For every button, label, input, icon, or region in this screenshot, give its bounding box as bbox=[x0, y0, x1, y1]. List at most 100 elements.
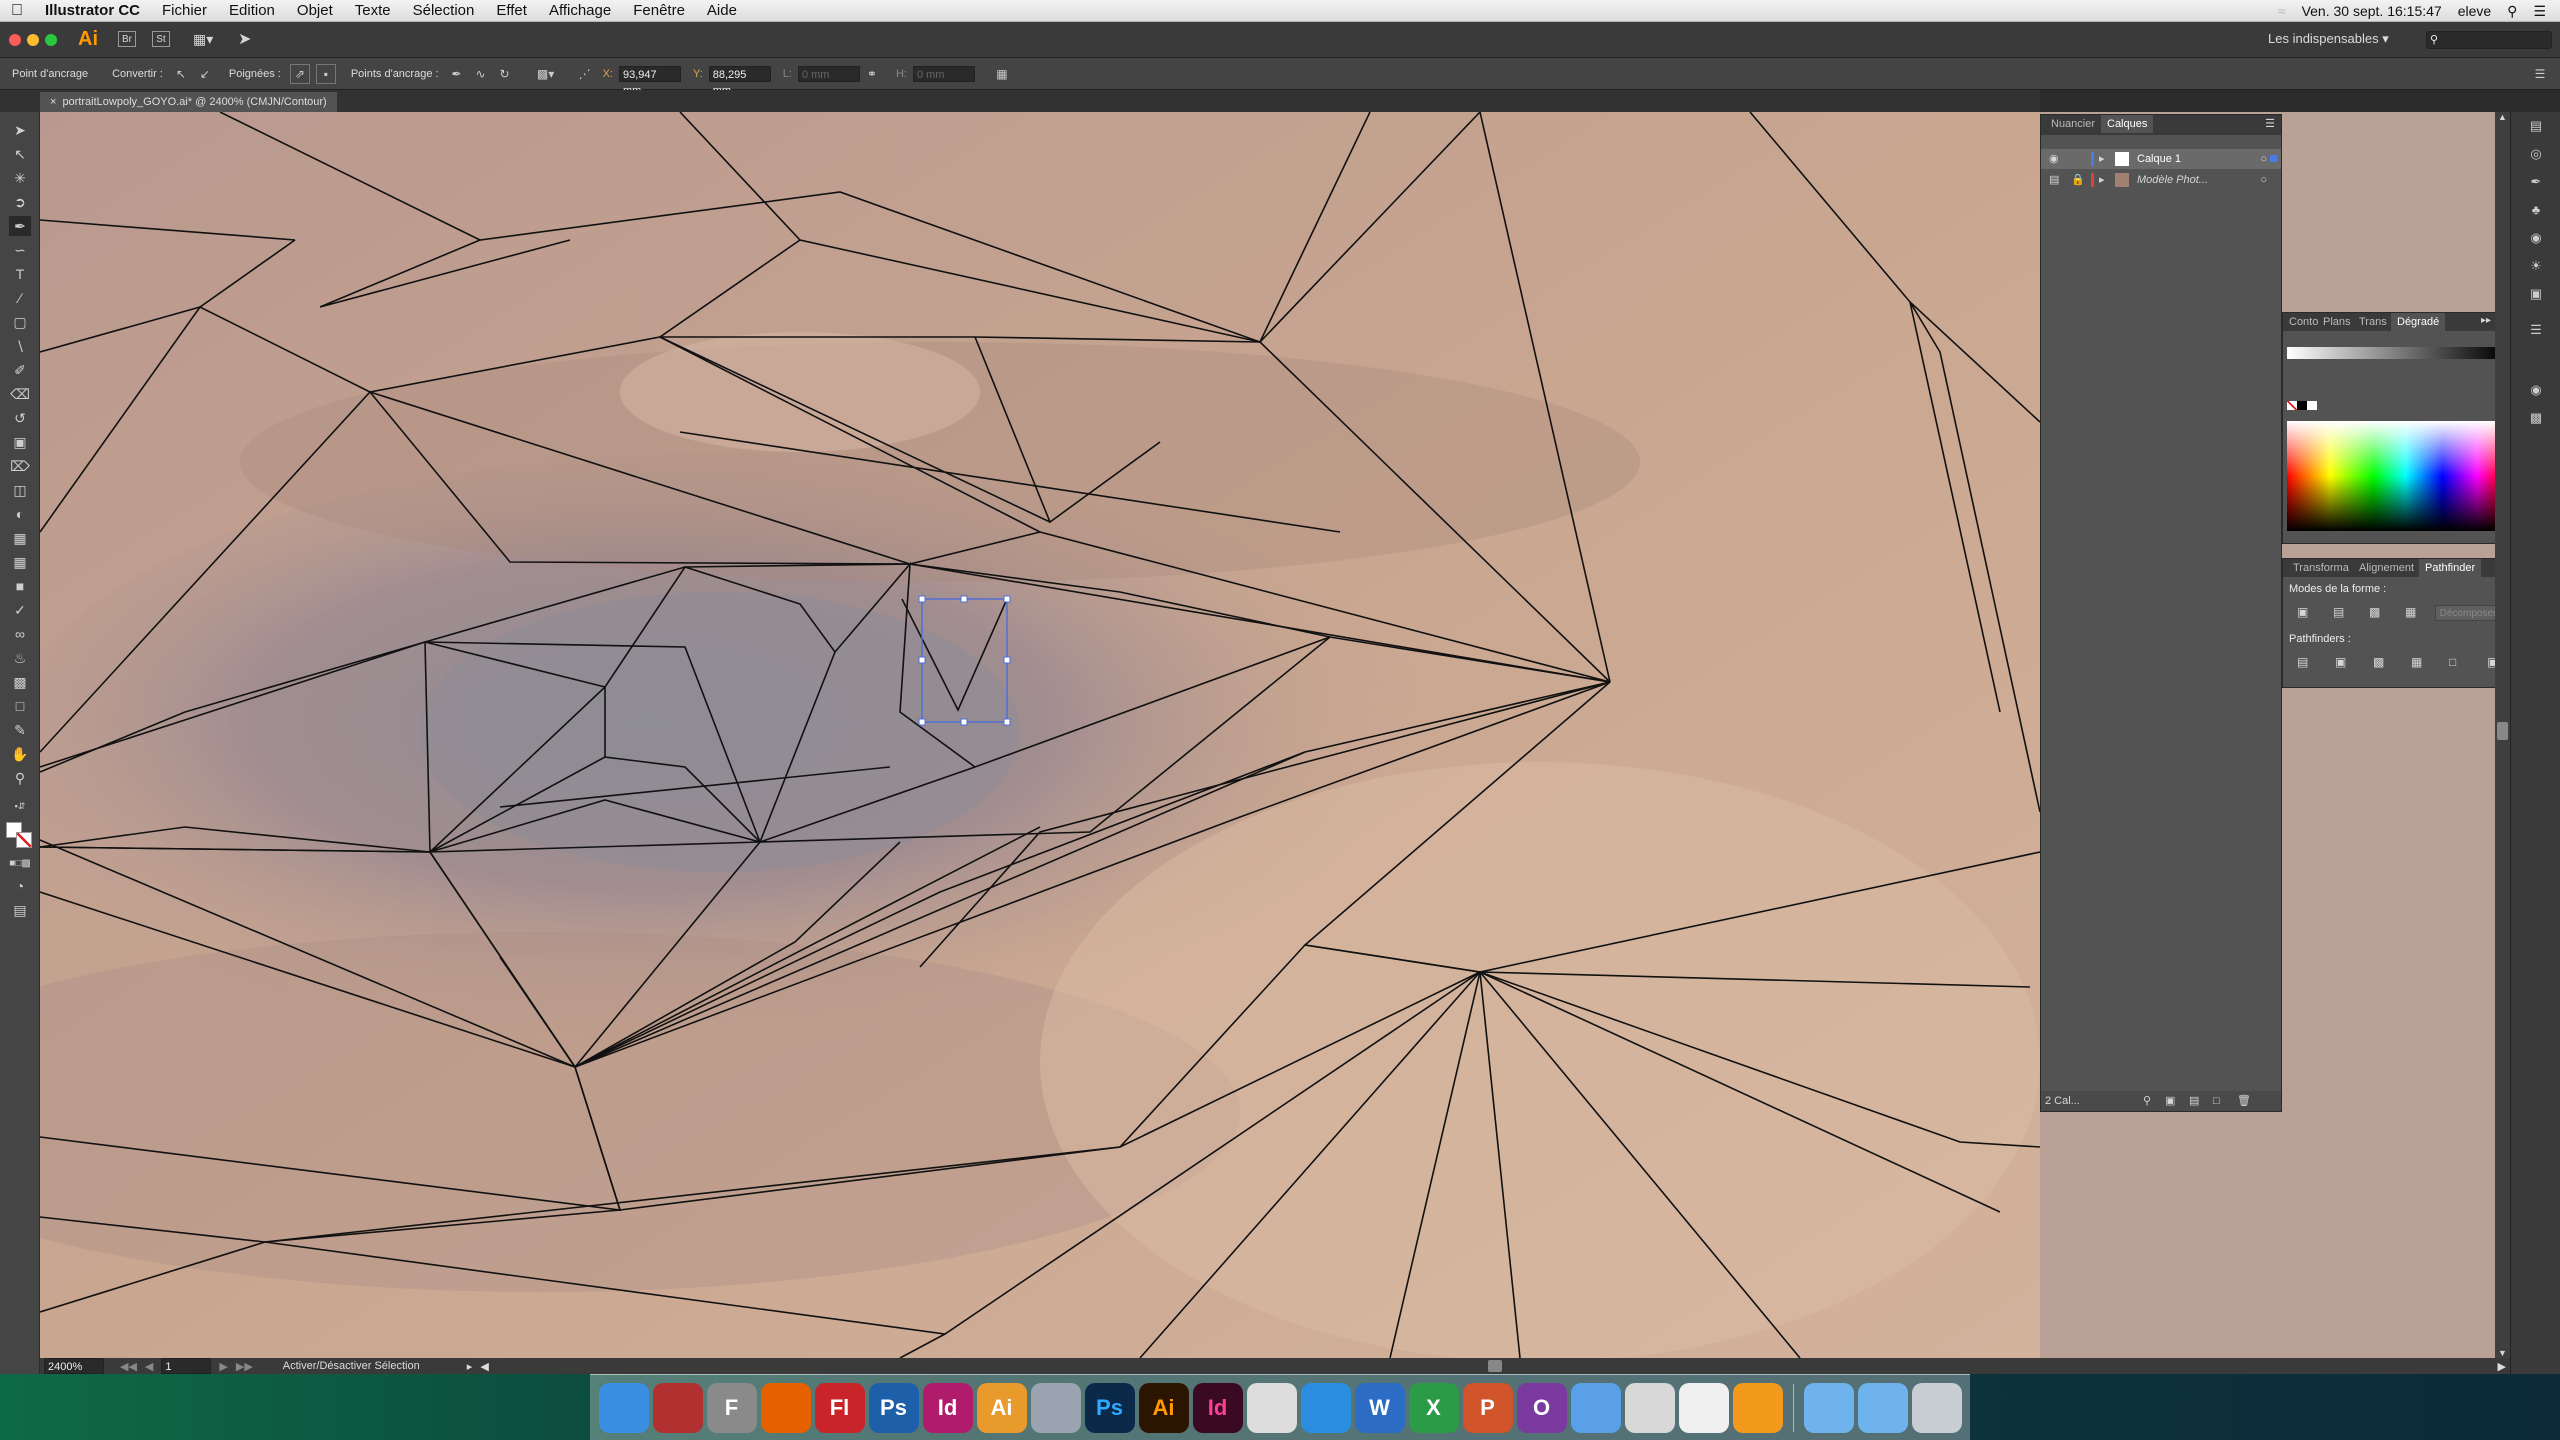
control-bar-menu-icon[interactable]: ☰ bbox=[2531, 65, 2549, 83]
rectangle-tool-icon[interactable]: ▢ bbox=[9, 312, 31, 332]
appearance-icon[interactable]: ☀ bbox=[2526, 258, 2546, 276]
new-sublayer-icon[interactable]: ▤ bbox=[2189, 1091, 2199, 1111]
first-artboard-icon[interactable]: ◀◀ bbox=[120, 1360, 137, 1373]
menu-objet[interactable]: Objet bbox=[286, 2, 344, 19]
magic-wand-tool-icon[interactable]: ✳ bbox=[9, 168, 31, 188]
mesh-tool-icon[interactable]: ▦ bbox=[9, 552, 31, 572]
connect-endpoints-icon[interactable]: ∿ bbox=[472, 65, 490, 83]
selection-handle[interactable] bbox=[918, 718, 926, 726]
layer-name[interactable]: Calque 1 bbox=[2137, 149, 2181, 169]
layer-row-template[interactable]: ▤ 🔒 ▸ Modèle Phot... ○ bbox=[2041, 170, 2281, 190]
document-tab[interactable]: × portraitLowpoly_GOYO.ai* @ 2400% (CMJN/… bbox=[40, 92, 337, 112]
brushes-icon[interactable]: ✒ bbox=[2526, 174, 2546, 192]
screen-mode-icon[interactable]: ▤ bbox=[9, 900, 31, 920]
height-field[interactable]: 0 mm bbox=[912, 65, 975, 82]
stroke-swatch[interactable] bbox=[16, 832, 32, 848]
draw-mode-icon[interactable]: ◔ bbox=[9, 876, 31, 896]
new-layer-icon[interactable]: □ bbox=[2213, 1091, 2220, 1111]
apple-icon[interactable]:  bbox=[0, 2, 34, 20]
menu-selection[interactable]: Sélection bbox=[402, 2, 486, 19]
tab-nuancier[interactable]: Nuancier bbox=[2045, 115, 2101, 133]
slice-tool-icon[interactable]: ✎ bbox=[9, 720, 31, 740]
color-icon[interactable]: ◉ bbox=[2526, 382, 2546, 400]
menu-aide[interactable]: Aide bbox=[696, 2, 748, 19]
photo-booth-icon[interactable] bbox=[652, 1382, 703, 1433]
artboard-number-field[interactable]: 1 bbox=[161, 1358, 212, 1374]
isolate-icon[interactable]: ▩▾ bbox=[537, 65, 555, 83]
layer-name[interactable]: Modèle Phot... bbox=[2137, 170, 2208, 190]
template-visibility-icon[interactable]: ▤ bbox=[2049, 170, 2059, 190]
lowpoly-artwork[interactable] bbox=[40, 112, 2040, 1358]
vertical-scrollbar[interactable]: ▲ ▼ bbox=[2495, 112, 2510, 1358]
eyedropper-tool-icon[interactable]: ✓ bbox=[9, 600, 31, 620]
symbols-icon[interactable]: ♣ bbox=[2526, 202, 2546, 220]
help-search-input[interactable]: ⚲ bbox=[2426, 31, 2552, 49]
swatch-white[interactable] bbox=[2307, 401, 2317, 410]
font-book-icon[interactable]: F bbox=[706, 1382, 757, 1433]
minus-front-icon[interactable]: ▤ bbox=[2333, 605, 2344, 619]
photoshop-icon[interactable]: Ps bbox=[1084, 1382, 1135, 1433]
powerpoint-icon[interactable]: P bbox=[1462, 1382, 1513, 1433]
hand-tool-icon[interactable]: ✋ bbox=[9, 744, 31, 764]
scroll-up-arrow-icon[interactable]: ▲ bbox=[2498, 112, 2507, 122]
artboard-tool-icon[interactable]: □ bbox=[9, 696, 31, 716]
notification-center-icon[interactable]: ☰ bbox=[2533, 3, 2546, 20]
ibooks-icon[interactable] bbox=[1732, 1382, 1783, 1433]
outline-icon[interactable]: □ bbox=[2449, 655, 2456, 669]
selection-handle[interactable] bbox=[1003, 595, 1011, 603]
shape-builder-tool-icon[interactable]: ◐ bbox=[9, 504, 31, 524]
symbol-sprayer-tool-icon[interactable]: ♨ bbox=[9, 648, 31, 668]
scale-tool-icon[interactable]: ▣ bbox=[9, 432, 31, 452]
make-clipping-mask-icon[interactable]: ▣ bbox=[2165, 1091, 2175, 1111]
photos-icon[interactable] bbox=[1678, 1382, 1729, 1433]
cut-path-icon[interactable]: ↻ bbox=[496, 65, 514, 83]
applications-folder-icon[interactable] bbox=[1803, 1382, 1854, 1433]
graphic-styles-icon[interactable]: ◉ bbox=[2526, 230, 2546, 248]
tab-alignement[interactable]: Alignement bbox=[2353, 559, 2420, 577]
menu-effet[interactable]: Effet bbox=[485, 2, 538, 19]
x-coordinate-field[interactable]: 93,947 mm bbox=[618, 65, 681, 97]
default-colors-icon[interactable]: ▪⇵ bbox=[9, 796, 31, 816]
blob-brush-tool-icon[interactable]: ✐ bbox=[9, 360, 31, 380]
selection-handle[interactable] bbox=[960, 718, 968, 726]
divide-icon[interactable]: ▤ bbox=[2297, 655, 2308, 669]
target-icon[interactable]: ○ bbox=[2260, 170, 2267, 190]
target-icon[interactable]: ○ bbox=[2260, 149, 2267, 169]
perspective-grid-tool-icon[interactable]: ▦ bbox=[9, 528, 31, 548]
visibility-eye-icon[interactable]: ◉ bbox=[2049, 149, 2059, 169]
tab-degrade[interactable]: Dégradé bbox=[2391, 313, 2446, 331]
pen-tool-icon[interactable]: ✒ bbox=[9, 216, 31, 236]
preview-icon[interactable] bbox=[1624, 1382, 1675, 1433]
menu-fenetre[interactable]: Fenêtre bbox=[622, 2, 696, 19]
spotlight-icon[interactable]: ⚲ bbox=[2507, 3, 2517, 20]
zoom-tool-icon[interactable]: ⚲ bbox=[9, 768, 31, 788]
exclude-icon[interactable]: ▦ bbox=[2405, 605, 2416, 619]
selection-handle[interactable] bbox=[1003, 718, 1011, 726]
illustrator-icon[interactable]: Ai bbox=[1138, 1382, 1189, 1433]
lasso-tool-icon[interactable]: ➲ bbox=[9, 192, 31, 212]
menu-texte[interactable]: Texte bbox=[344, 2, 402, 19]
script-editor-icon[interactable] bbox=[1246, 1382, 1297, 1433]
status-menu-arrow-icon[interactable]: ▸ bbox=[467, 1360, 473, 1373]
reference-point-icon[interactable]: ⋰ bbox=[576, 65, 594, 83]
safari-icon[interactable] bbox=[1300, 1382, 1351, 1433]
indesign-icon[interactable]: Id bbox=[1192, 1382, 1243, 1433]
color-mode-icon[interactable]: ■□▩ bbox=[9, 854, 31, 874]
selection-handle[interactable] bbox=[1003, 656, 1011, 664]
swatch-black[interactable] bbox=[2297, 401, 2307, 410]
menu-edition[interactable]: Edition bbox=[218, 2, 286, 19]
scroll-down-arrow-icon[interactable]: ▼ bbox=[2498, 1348, 2507, 1358]
type-tool-icon[interactable]: T bbox=[9, 264, 31, 284]
intersect-icon[interactable]: ▩ bbox=[2369, 605, 2380, 619]
layer-row-calque-1[interactable]: ◉ ▸ Calque 1 ○ bbox=[2041, 149, 2281, 169]
wifi-icon[interactable]: ≈ bbox=[2278, 3, 2286, 19]
zoom-window-button[interactable] bbox=[45, 34, 57, 46]
scroll-right-arrow-icon[interactable]: ▶ bbox=[2498, 1360, 2506, 1373]
width-tool-icon[interactable]: ⌦ bbox=[9, 456, 31, 476]
tab-plans[interactable]: Plans bbox=[2317, 313, 2357, 331]
finder-icon[interactable] bbox=[598, 1382, 649, 1433]
workspace-switcher[interactable]: Les indispensables ▾ bbox=[2268, 31, 2389, 47]
selection-handle[interactable] bbox=[918, 595, 926, 603]
expand-arrow-icon[interactable]: ▸ bbox=[2099, 149, 2105, 169]
close-window-button[interactable] bbox=[9, 34, 21, 46]
